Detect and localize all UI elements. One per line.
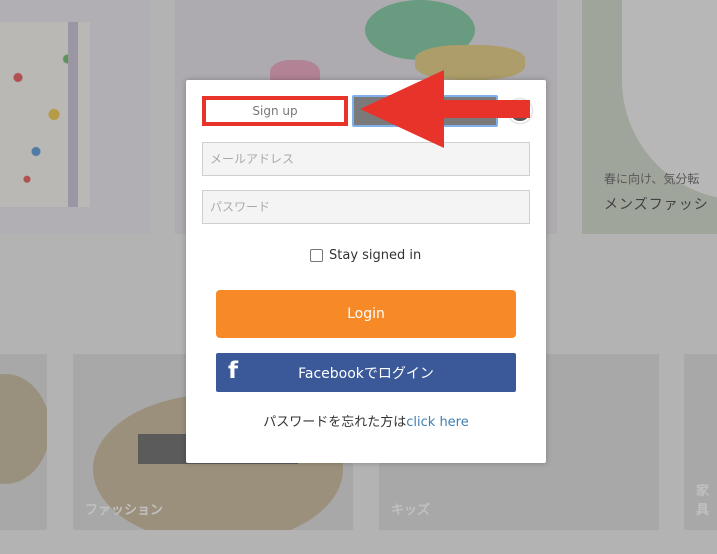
- red-arrow-annotation: [360, 70, 530, 148]
- facebook-icon: f: [228, 358, 239, 384]
- stay-signed-in-checkbox[interactable]: [310, 249, 323, 262]
- forgot-password-text: パスワードを忘れた方は: [263, 415, 407, 430]
- arrow-shape: [360, 70, 530, 148]
- signup-tab[interactable]: Sign up: [202, 96, 348, 126]
- facebook-login-button[interactable]: f Facebookでログイン: [216, 353, 516, 392]
- password-field[interactable]: [202, 190, 530, 224]
- forgot-password-link[interactable]: click here: [406, 415, 468, 430]
- login-button[interactable]: Login: [216, 290, 516, 338]
- stay-signed-in-label: Stay signed in: [329, 248, 422, 263]
- forgot-password: パスワードを忘れた方はclick here: [186, 411, 546, 430]
- facebook-login-label: Facebookでログイン: [298, 365, 434, 382]
- stay-signed-in[interactable]: Stay signed in: [310, 248, 421, 263]
- signup-tab-label: Sign up: [252, 104, 298, 118]
